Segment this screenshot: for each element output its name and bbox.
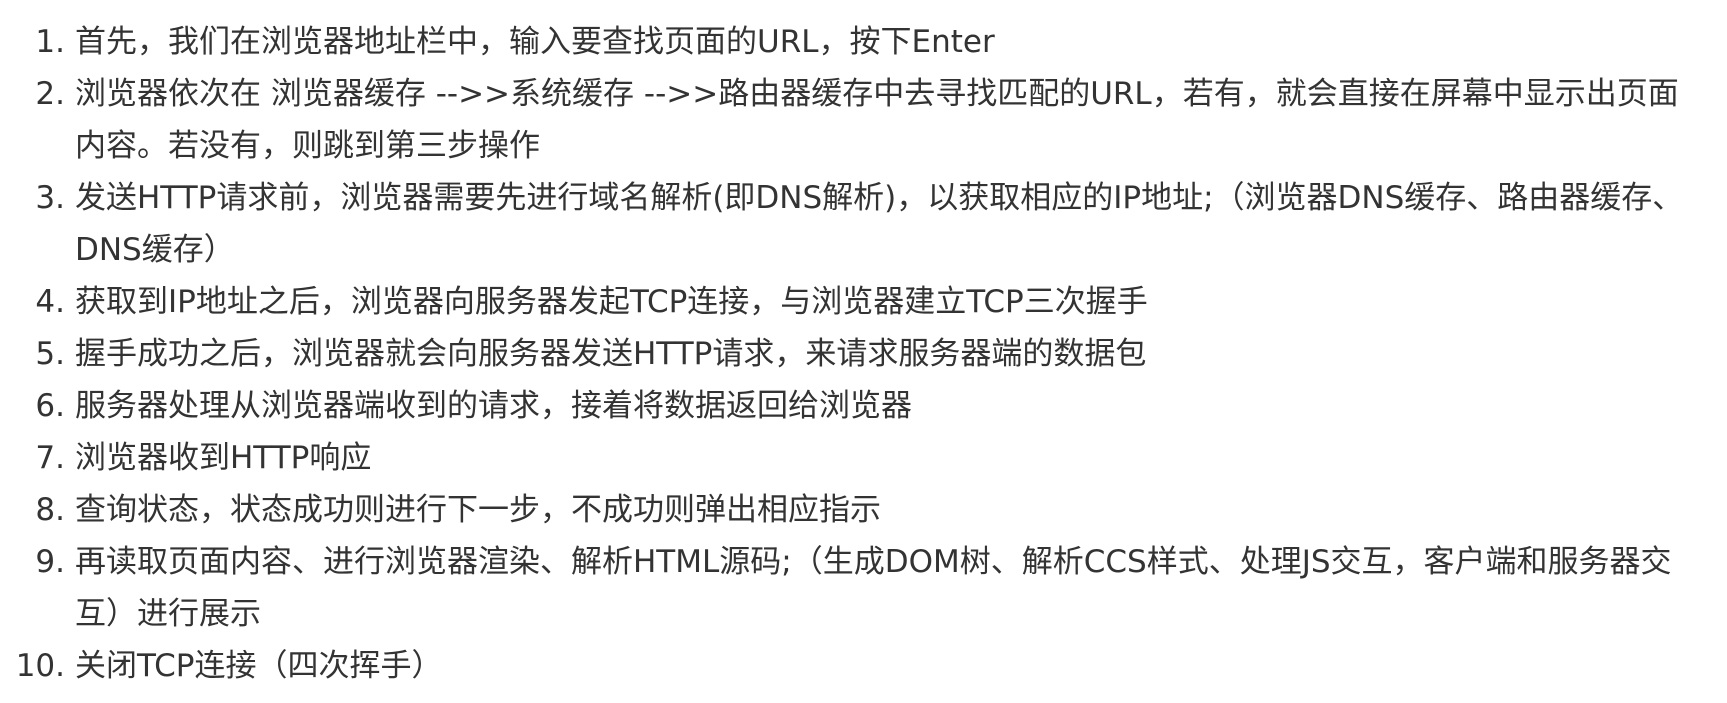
list-item: 3. 发送HTTP请求前，浏览器需要先进行域名解析(即DNS解析)，以获取相应的… [0, 172, 1727, 276]
step-text: 握手成功之后，浏览器就会向服务器发送HTTP请求，来请求服务器端的数据包 [75, 336, 1147, 372]
list-item: 5. 握手成功之后，浏览器就会向服务器发送HTTP请求，来请求服务器端的数据包 [0, 328, 1727, 380]
step-number: 9. [35, 544, 65, 580]
step-text: 浏览器依次在 浏览器缓存 -->>系统缓存 -->>路由器缓存中去寻找匹配的UR… [75, 76, 1679, 164]
step-text: 发送HTTP请求前，浏览器需要先进行域名解析(即DNS解析)，以获取相应的IP地… [75, 180, 1684, 268]
step-text: 获取到IP地址之后，浏览器向服务器发起TCP连接，与浏览器建立TCP三次握手 [75, 284, 1148, 320]
step-text: 查询状态，状态成功则进行下一步，不成功则弹出相应指示 [75, 492, 881, 528]
list-item: 6. 服务器处理从浏览器端收到的请求，接着将数据返回给浏览器 [0, 380, 1727, 432]
list-item: 2. 浏览器依次在 浏览器缓存 -->>系统缓存 -->>路由器缓存中去寻找匹配… [0, 68, 1727, 172]
list-item: 8. 查询状态，状态成功则进行下一步，不成功则弹出相应指示 [0, 484, 1727, 536]
list-item: 4. 获取到IP地址之后，浏览器向服务器发起TCP连接，与浏览器建立TCP三次握… [0, 276, 1727, 328]
step-number: 2. [35, 76, 65, 112]
step-text: 服务器处理从浏览器端收到的请求，接着将数据返回给浏览器 [75, 388, 912, 424]
list-item: 9. 再读取页面内容、进行浏览器渲染、解析HTML源码;（生成DOM树、解析CC… [0, 536, 1727, 640]
steps-list: 1. 首先，我们在浏览器地址栏中，输入要查找页面的URL，按下Enter 2. … [0, 16, 1727, 692]
list-item: 1. 首先，我们在浏览器地址栏中，输入要查找页面的URL，按下Enter [0, 16, 1727, 68]
list-item: 7. 浏览器收到HTTP响应 [0, 432, 1727, 484]
step-number: 8. [35, 492, 65, 528]
step-number: 5. [35, 336, 65, 372]
step-text: 关闭TCP连接（四次挥手） [75, 648, 443, 684]
step-number: 10. [15, 648, 65, 684]
document-body: 1. 首先，我们在浏览器地址栏中，输入要查找页面的URL，按下Enter 2. … [0, 0, 1727, 703]
step-number: 7. [35, 440, 65, 476]
step-number: 3. [35, 180, 65, 216]
step-number: 1. [35, 24, 65, 60]
step-number: 6. [35, 388, 65, 424]
step-text: 浏览器收到HTTP响应 [75, 440, 372, 476]
step-text: 再读取页面内容、进行浏览器渲染、解析HTML源码;（生成DOM树、解析CCS样式… [75, 544, 1672, 632]
list-item: 10. 关闭TCP连接（四次挥手） [0, 640, 1727, 692]
step-number: 4. [35, 284, 65, 320]
step-text: 首先，我们在浏览器地址栏中，输入要查找页面的URL，按下Enter [75, 24, 995, 60]
